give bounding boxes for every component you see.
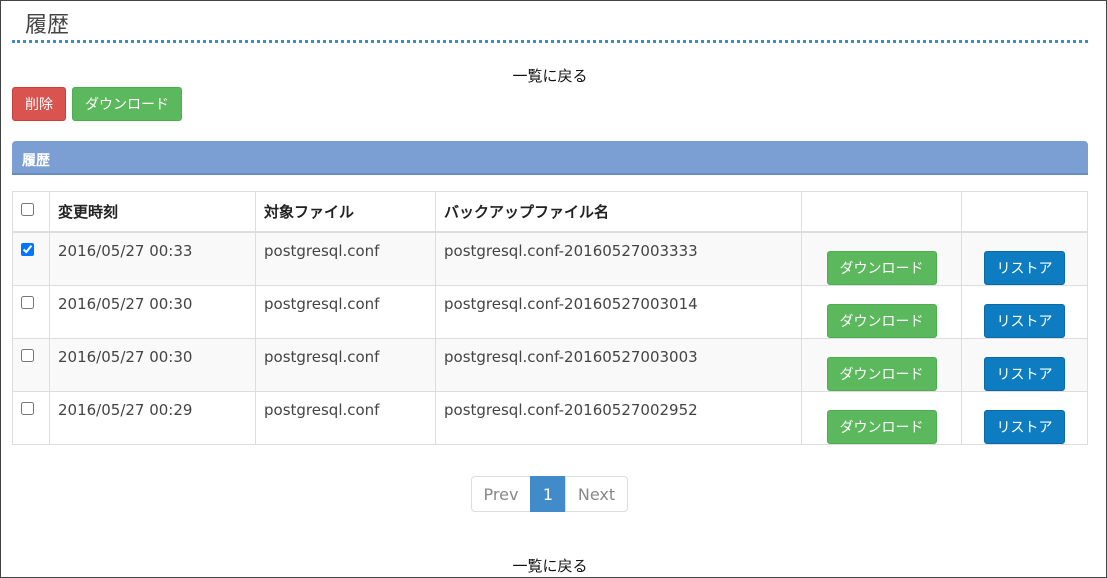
col-download-action bbox=[801, 191, 962, 233]
page-title: 履歴 bbox=[25, 13, 70, 38]
history-table: 変更時刻 対象ファイル バックアップファイル名 2016/05/27 00:33… bbox=[12, 191, 1088, 445]
row-select-cell bbox=[12, 390, 50, 445]
back-to-list-link-bottom[interactable]: 一覧に戻る bbox=[1, 555, 1099, 576]
row-download-cell: ダウンロード bbox=[801, 231, 962, 286]
row-download-button[interactable]: ダウンロード bbox=[826, 250, 937, 285]
row-restore-cell: リストア bbox=[961, 337, 1088, 392]
row-backup: postgresql.conf-20160527002952 bbox=[435, 390, 802, 445]
row-backup: postgresql.conf-20160527003014 bbox=[435, 284, 802, 339]
pagination-page-current[interactable]: 1 bbox=[530, 476, 566, 512]
row-time: 2016/05/27 00:29 bbox=[49, 390, 256, 445]
row-restore-cell: リストア bbox=[961, 231, 1088, 286]
row-download-cell: ダウンロード bbox=[801, 337, 962, 392]
select-all-checkbox[interactable] bbox=[21, 203, 34, 217]
col-changed-time: 変更時刻 bbox=[49, 191, 256, 233]
col-restore-action bbox=[961, 191, 1088, 233]
pagination-next[interactable]: Next bbox=[565, 476, 628, 512]
row-select-cell bbox=[12, 284, 50, 339]
table-row: 2016/05/27 00:30 postgresql.conf postgre… bbox=[12, 284, 1088, 339]
row-time: 2016/05/27 00:30 bbox=[49, 284, 256, 339]
row-select-cell bbox=[12, 231, 50, 286]
delete-button[interactable]: 削除 bbox=[12, 87, 66, 121]
row-download-button[interactable]: ダウンロード bbox=[826, 409, 937, 444]
row-time: 2016/05/27 00:30 bbox=[49, 337, 256, 392]
table-row: 2016/05/27 00:29 postgresql.conf postgre… bbox=[12, 390, 1088, 445]
pagination: Prev 1 Next bbox=[471, 476, 628, 512]
row-restore-button[interactable]: リストア bbox=[984, 356, 1065, 391]
select-all-cell bbox=[12, 191, 50, 233]
row-checkbox[interactable] bbox=[21, 295, 34, 309]
row-backup: postgresql.conf-20160527003333 bbox=[435, 231, 802, 286]
window-frame: 履歴 一覧に戻る 削除 ダウンロード 履歴 変更時刻 対象ファイル バックアップ… bbox=[0, 0, 1107, 578]
panel-heading: 履歴 bbox=[12, 141, 1088, 175]
row-select-cell bbox=[12, 337, 50, 392]
title-divider bbox=[12, 40, 1088, 43]
pagination-prev[interactable]: Prev bbox=[471, 476, 531, 512]
row-file: postgresql.conf bbox=[255, 337, 436, 392]
row-checkbox[interactable] bbox=[21, 401, 34, 415]
row-download-cell: ダウンロード bbox=[801, 284, 962, 339]
row-checkbox[interactable] bbox=[21, 348, 34, 362]
row-backup: postgresql.conf-20160527003003 bbox=[435, 337, 802, 392]
row-restore-cell: リストア bbox=[961, 390, 1088, 445]
row-restore-cell: リストア bbox=[961, 284, 1088, 339]
row-restore-button[interactable]: リストア bbox=[984, 409, 1065, 444]
col-backup-file: バックアップファイル名 bbox=[435, 191, 802, 233]
row-restore-button[interactable]: リストア bbox=[984, 250, 1065, 285]
col-target-file: 対象ファイル bbox=[255, 191, 436, 233]
row-download-cell: ダウンロード bbox=[801, 390, 962, 445]
back-to-list-link-top[interactable]: 一覧に戻る bbox=[1, 65, 1099, 86]
row-file: postgresql.conf bbox=[255, 231, 436, 286]
row-file: postgresql.conf bbox=[255, 284, 436, 339]
row-download-button[interactable]: ダウンロード bbox=[826, 356, 937, 391]
row-checkbox[interactable] bbox=[21, 242, 34, 256]
row-file: postgresql.conf bbox=[255, 390, 436, 445]
table-header-row: 変更時刻 対象ファイル バックアップファイル名 bbox=[12, 191, 1088, 233]
row-restore-button[interactable]: リストア bbox=[984, 303, 1065, 338]
row-time: 2016/05/27 00:33 bbox=[49, 231, 256, 286]
table-row: 2016/05/27 00:33 postgresql.conf postgre… bbox=[12, 231, 1088, 286]
download-button[interactable]: ダウンロード bbox=[72, 87, 182, 121]
row-download-button[interactable]: ダウンロード bbox=[826, 303, 937, 338]
table-row: 2016/05/27 00:30 postgresql.conf postgre… bbox=[12, 337, 1088, 392]
